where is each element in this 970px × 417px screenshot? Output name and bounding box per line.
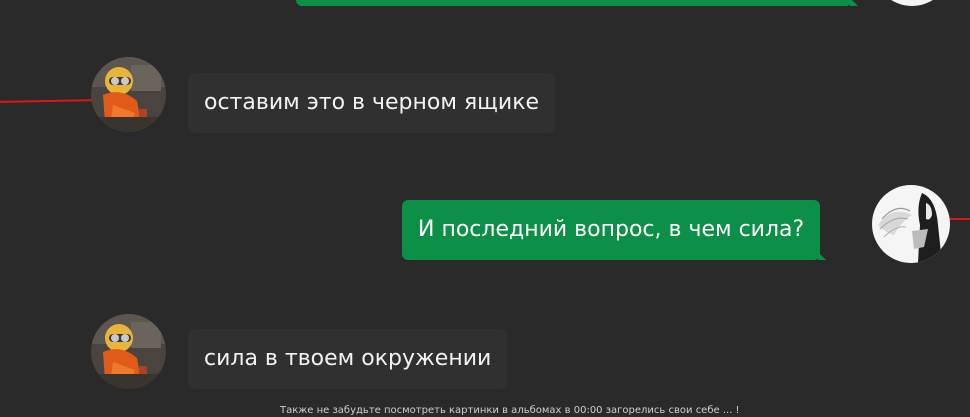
connector-line <box>948 218 970 220</box>
sketch-avatar[interactable] <box>873 0 951 6</box>
message-bubble-incoming[interactable]: оставим это в черном ящике <box>188 73 556 133</box>
chat-view: оставим это в черном ящике И последний в… <box>0 0 970 417</box>
minion-avatar[interactable] <box>91 57 166 132</box>
sketch-avatar[interactable] <box>872 185 950 263</box>
minion-avatar[interactable] <box>91 314 166 389</box>
message-bubble-outgoing-partial[interactable] <box>296 0 858 6</box>
message-bubble-incoming[interactable]: сила в твоем окружении <box>188 329 508 389</box>
message-bubble-outgoing[interactable]: И последний вопрос, в чем сила? <box>402 200 827 260</box>
footer-caption: Также не забудьте посмотреть картинки в … <box>280 405 740 416</box>
connector-line <box>0 99 97 103</box>
